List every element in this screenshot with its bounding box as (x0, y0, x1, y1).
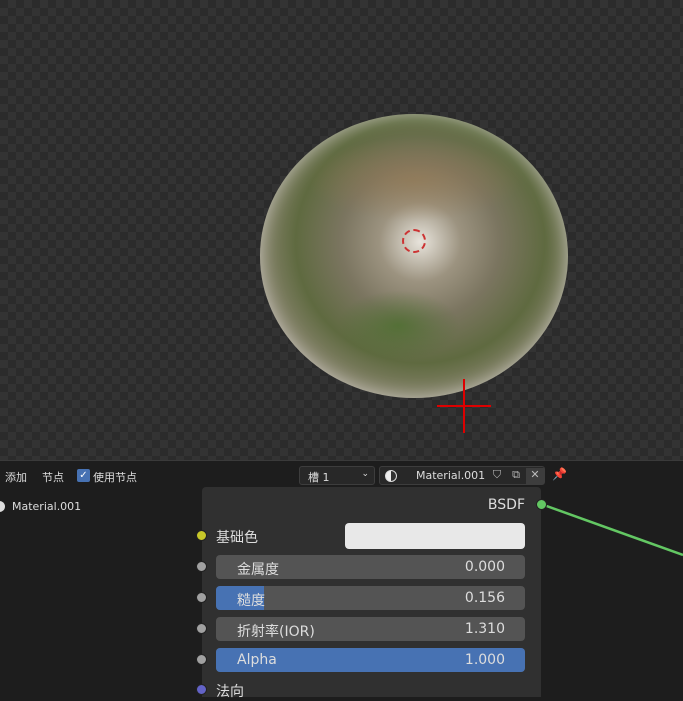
field-label: 糙度 (237, 593, 265, 609)
field-label: 折射率(IOR) (237, 624, 315, 640)
alpha-socket[interactable] (196, 654, 207, 665)
roughness-socket[interactable] (196, 592, 207, 603)
field-label: 金属度 (237, 562, 279, 578)
field-value: 1.000 (464, 652, 505, 668)
base-color-swatch[interactable] (345, 523, 525, 549)
base-color-socket[interactable] (196, 530, 207, 541)
roughness-field[interactable]: 糙度 0.156 (216, 586, 525, 610)
ior-socket[interactable] (196, 623, 207, 634)
normal-label: 法向 (216, 684, 244, 700)
field-value: 1.310 (464, 621, 505, 637)
field-value: 0.156 (464, 590, 505, 606)
field-label: Alpha (237, 652, 277, 668)
metallic-socket[interactable] (196, 561, 207, 572)
bsdf-output-label: BSDF (487, 497, 525, 513)
base-color-label: 基础色 (216, 530, 258, 546)
principled-bsdf-node[interactable]: BSDF 基础色 金属度 0.000 糙度 0.156 折射率(IOR) 1.310 … (196, 487, 547, 700)
bsdf-output-socket[interactable] (536, 499, 547, 510)
metallic-field[interactable]: 金属度 0.000 (216, 555, 525, 579)
normal-socket[interactable] (196, 684, 207, 695)
field-value: 0.000 (464, 559, 505, 575)
alpha-field[interactable]: Alpha 1.000 (216, 648, 525, 672)
ior-field[interactable]: 折射率(IOR) 1.310 (216, 617, 525, 641)
